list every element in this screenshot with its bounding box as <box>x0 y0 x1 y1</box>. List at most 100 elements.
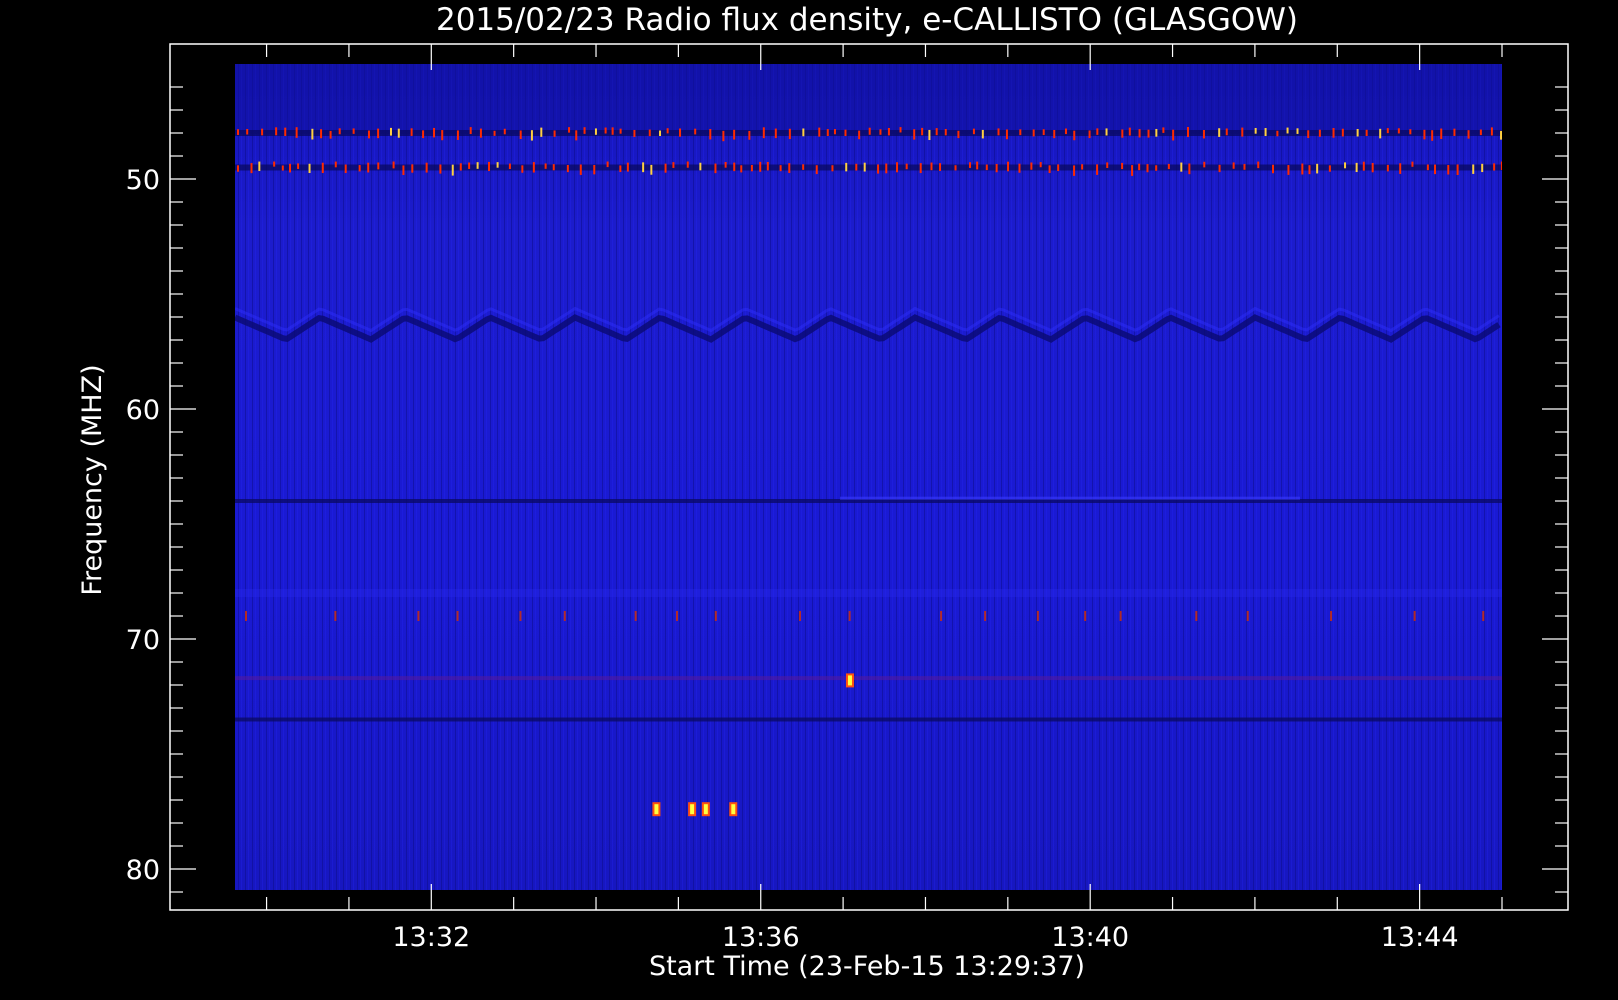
interference-mark <box>1053 129 1056 139</box>
interference-mark <box>1272 164 1275 174</box>
interference-mark <box>377 162 380 170</box>
rfi-tick <box>848 611 851 621</box>
interference-mark <box>921 127 924 136</box>
interference-mark <box>508 163 511 170</box>
rfi-tick <box>563 611 566 621</box>
interference-mark <box>468 162 471 169</box>
interference-mark <box>311 128 314 140</box>
interference-mark <box>1493 163 1496 171</box>
band-interference-band-48 <box>235 130 1502 136</box>
y-tick-label: 50 <box>126 165 160 196</box>
interference-mark <box>1241 127 1244 137</box>
interference-mark <box>1073 165 1076 176</box>
interference-mark <box>289 163 292 173</box>
interference-mark <box>831 165 834 172</box>
x-tick-label: 13:44 <box>1381 922 1459 953</box>
interference-mark <box>530 130 533 141</box>
interference-mark <box>899 127 902 133</box>
interference-mark <box>740 165 743 173</box>
interference-mark <box>1399 163 1402 174</box>
interference-mark <box>1411 161 1414 167</box>
rfi-tick <box>714 611 717 621</box>
interference-mark <box>566 164 569 173</box>
interference-mark <box>766 161 769 171</box>
rfi-tick <box>984 611 987 621</box>
interference-mark <box>275 127 278 136</box>
interference-mark <box>1447 165 1450 175</box>
interference-mark <box>594 128 597 135</box>
interference-mark <box>1426 164 1429 171</box>
interference-mark <box>410 128 413 136</box>
interference-mark <box>237 165 239 172</box>
interference-mark <box>1030 162 1033 170</box>
interference-mark <box>969 162 972 168</box>
spectrogram-chart: 2015/02/23 Radio flux density, e-CALLIST… <box>77 2 1569 982</box>
interference-mark <box>788 163 791 173</box>
bright-spot <box>690 804 695 815</box>
interference-mark <box>666 128 669 134</box>
interference-mark <box>619 165 622 173</box>
interference-mark <box>802 164 805 170</box>
interference-mark <box>479 128 482 138</box>
interference-mark <box>885 163 888 174</box>
rfi-tick <box>1119 611 1122 621</box>
interference-mark <box>1042 129 1045 136</box>
interference-mark <box>422 130 425 139</box>
bright-line <box>840 496 1300 500</box>
interference-mark <box>944 128 947 136</box>
rfi-tick <box>1195 611 1198 621</box>
interference-mark <box>281 165 284 171</box>
interference-mark <box>748 130 751 140</box>
bright-spot <box>654 804 659 815</box>
interference-mark <box>338 128 341 135</box>
interference-mark <box>896 162 899 173</box>
rfi-tick <box>456 611 459 621</box>
interference-mark <box>503 128 506 135</box>
interference-mark <box>568 127 571 133</box>
interference-mark <box>1096 164 1099 175</box>
rfi-tick <box>417 611 420 621</box>
interference-mark <box>258 161 261 172</box>
interference-mark <box>1202 130 1205 139</box>
interference-mark <box>488 161 491 172</box>
interference-mark <box>985 164 988 171</box>
interference-mark <box>1018 163 1021 173</box>
interference-mark <box>459 163 462 171</box>
interference-mark <box>352 128 355 134</box>
interference-mark <box>297 163 300 169</box>
y-axis-label: Frequency (MHZ) <box>77 364 108 595</box>
interference-mark <box>1243 163 1246 170</box>
interference-mark <box>392 161 395 169</box>
interference-mark <box>1088 130 1091 139</box>
interference-mark <box>583 127 586 134</box>
interference-mark <box>476 162 479 169</box>
interference-mark <box>1121 129 1124 138</box>
interference-mark <box>540 127 543 137</box>
interference-mark <box>1307 130 1310 139</box>
interference-mark <box>855 163 858 171</box>
interference-mark <box>733 129 736 140</box>
interference-mark <box>815 165 818 175</box>
interference-mark <box>1287 165 1290 175</box>
interference-mark <box>237 129 239 135</box>
interference-mark <box>1467 130 1470 139</box>
interference-mark <box>593 164 596 175</box>
interference-mark <box>1039 162 1042 168</box>
interference-mark <box>1254 127 1257 134</box>
interference-mark <box>650 164 653 175</box>
interference-mark <box>1146 164 1149 173</box>
interference-mark <box>818 127 821 137</box>
interference-mark <box>1138 163 1141 171</box>
interference-mark <box>913 129 916 140</box>
interference-mark <box>1481 163 1484 173</box>
bright-spot <box>731 804 736 815</box>
interference-mark <box>1472 164 1475 174</box>
interference-mark <box>633 129 636 137</box>
interference-mark <box>367 162 370 173</box>
x-tick-label: 13:32 <box>392 922 470 953</box>
interference-mark <box>1362 161 1365 171</box>
interference-mark <box>1365 129 1368 136</box>
interference-mark <box>1490 127 1493 136</box>
interference-mark <box>250 163 253 174</box>
rfi-tick <box>1246 611 1249 621</box>
